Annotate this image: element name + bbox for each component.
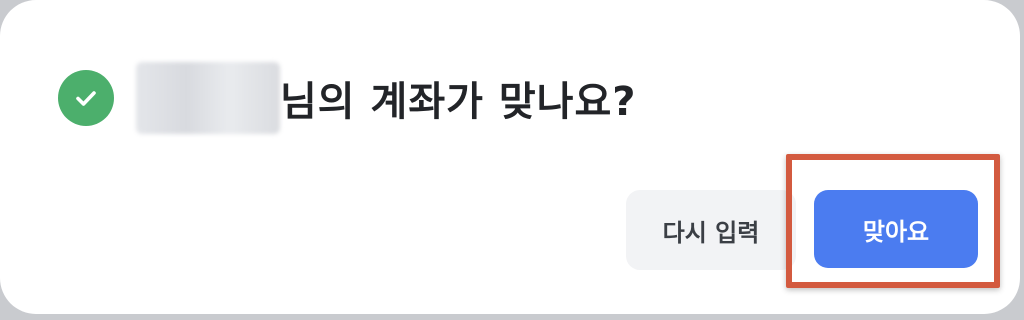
dialog-title: 님의 계좌가 맞나요?	[280, 79, 637, 125]
dialog-header: 님의 계좌가 맞나요?	[58, 58, 636, 138]
retry-input-button[interactable]: 다시 입력	[626, 190, 796, 270]
confirm-button[interactable]: 맞아요	[814, 190, 978, 268]
masked-account-holder-name	[136, 62, 280, 134]
check-circle-icon	[58, 70, 114, 126]
account-confirm-dialog: 님의 계좌가 맞나요? 다시 입력 맞아요	[0, 0, 1020, 314]
